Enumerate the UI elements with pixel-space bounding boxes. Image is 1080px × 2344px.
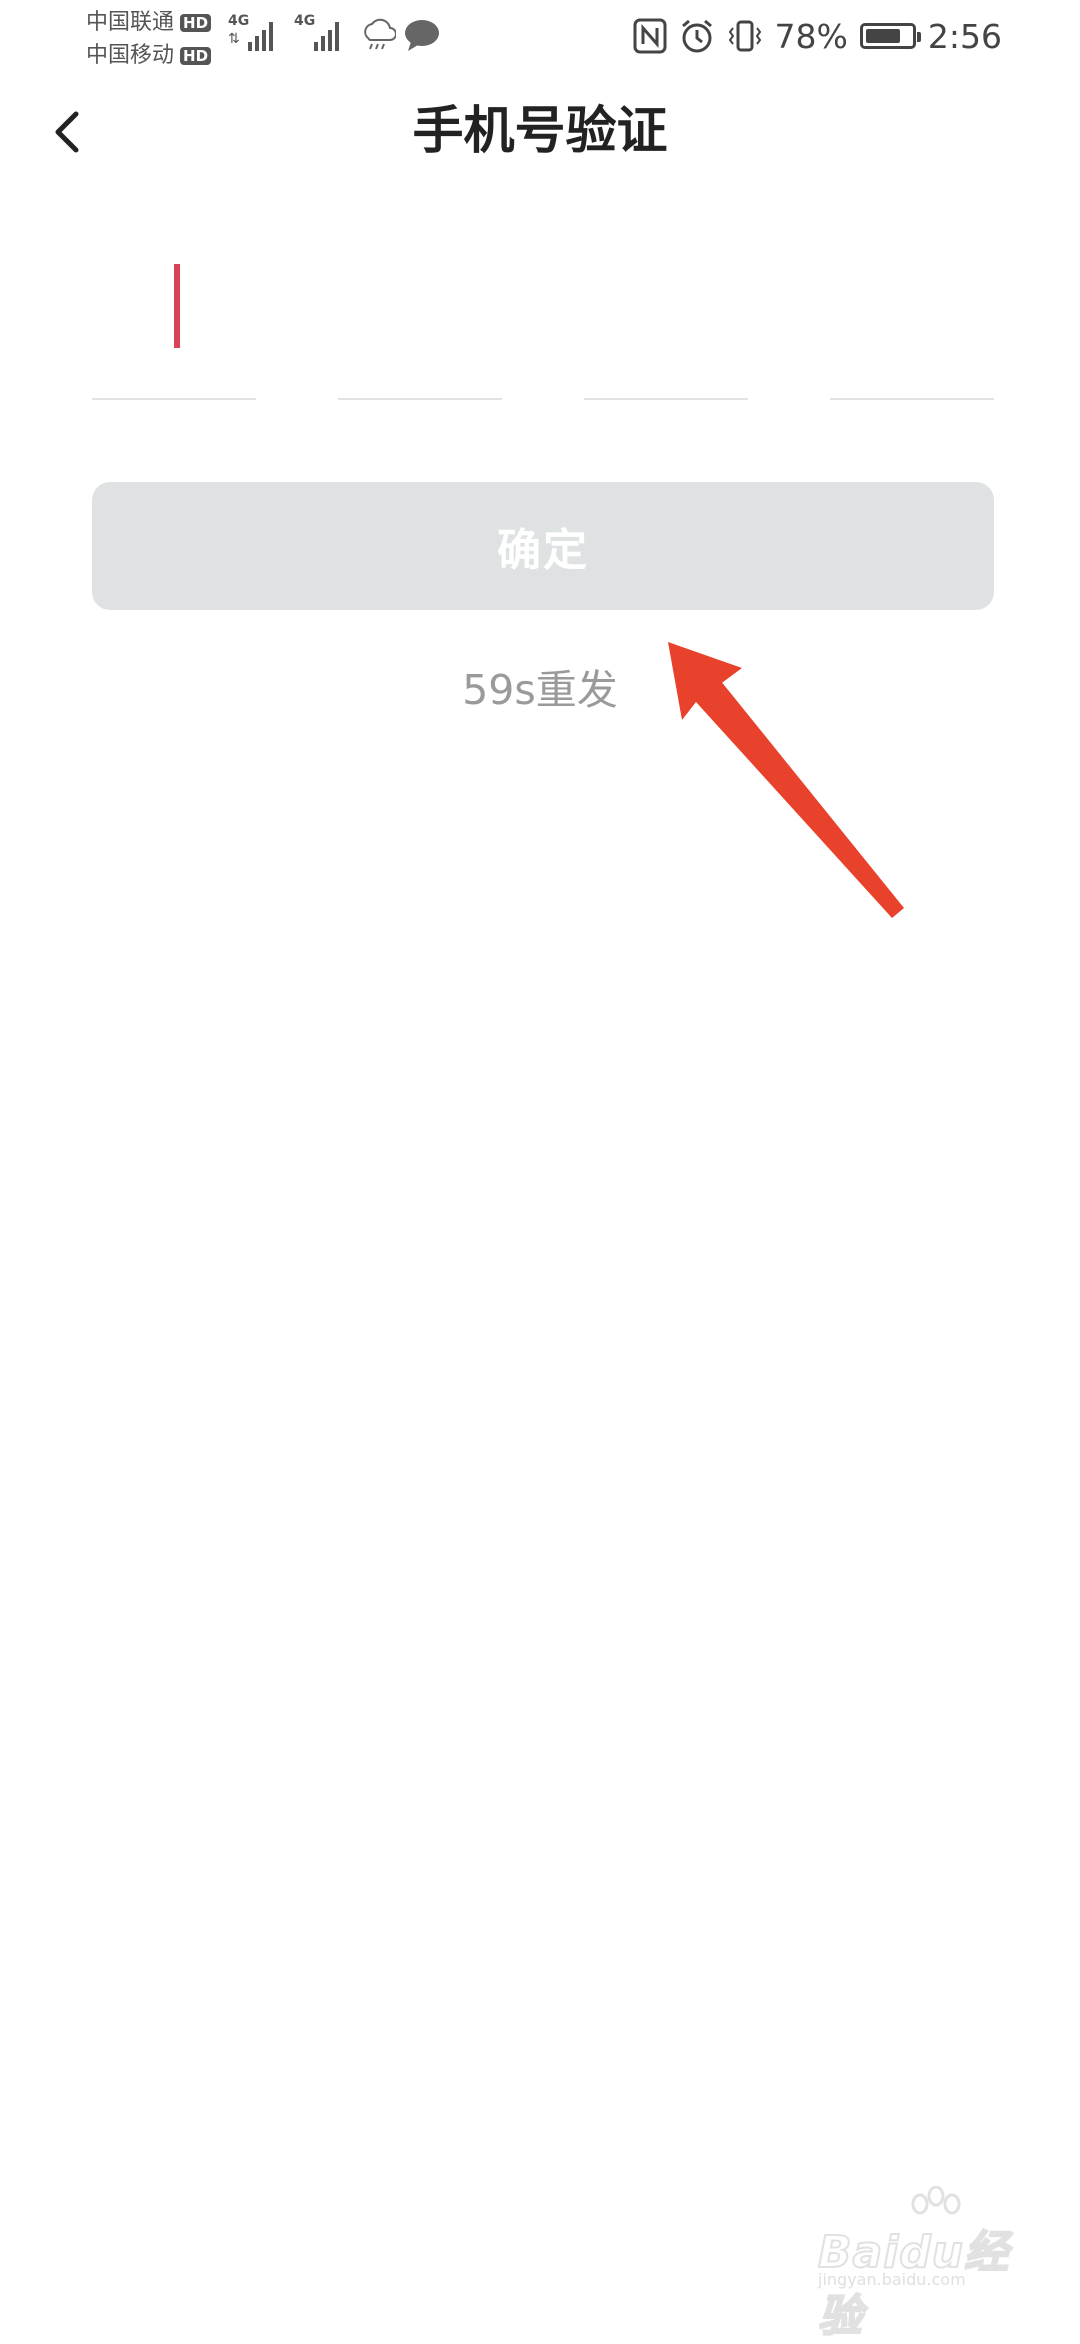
alarm-icon — [681, 19, 712, 53]
weather-icon — [364, 18, 396, 50]
page-title: 手机号验证 — [412, 102, 668, 161]
carrier-name-2: 中国移动 — [86, 43, 175, 68]
status-bar: 中国联通 HD 中国移动 HD 4G ⇅ 4G 78% 2:56 — [0, 0, 1080, 74]
battery-percent: 78% — [774, 16, 848, 56]
resend-countdown[interactable]: 59s重发 — [0, 660, 1080, 720]
text-caret — [174, 264, 180, 348]
carrier-row-1: 中国联通 HD — [86, 6, 212, 39]
data-arrows-icon: ⇅ — [228, 31, 240, 47]
confirm-button[interactable]: 确定 — [92, 482, 994, 610]
carrier-row-2: 中国移动 HD — [86, 39, 212, 72]
watermark-domain: jingyan.baidu.com — [818, 2270, 966, 2289]
baidu-watermark: Baidu经验 jingyan.baidu.com — [817, 2186, 1028, 2343]
network-type-label-1: 4G — [228, 13, 250, 29]
carrier-name-1: 中国联通 — [86, 10, 175, 35]
clock: 2:56 — [927, 16, 1002, 56]
message-icon — [405, 20, 439, 51]
status-right: 78% 2:56 — [633, 14, 1002, 58]
header: 手机号验证 — [0, 74, 1080, 198]
hd-badge-2: HD — [180, 46, 212, 65]
code-digit-box-4[interactable] — [830, 240, 994, 400]
nfc-icon — [633, 18, 667, 54]
hd-badge-1: HD — [180, 13, 212, 32]
network-type-label-2: 4G — [294, 13, 316, 29]
code-digit-box-3[interactable] — [584, 240, 748, 400]
vibrate-icon — [728, 20, 761, 52]
verification-code-input[interactable] — [92, 240, 994, 400]
battery-level — [865, 29, 900, 43]
code-digit-box-2[interactable] — [338, 240, 502, 400]
carrier-info: 中国联通 HD 中国移动 HD — [86, 6, 212, 72]
battery-icon — [859, 23, 921, 49]
